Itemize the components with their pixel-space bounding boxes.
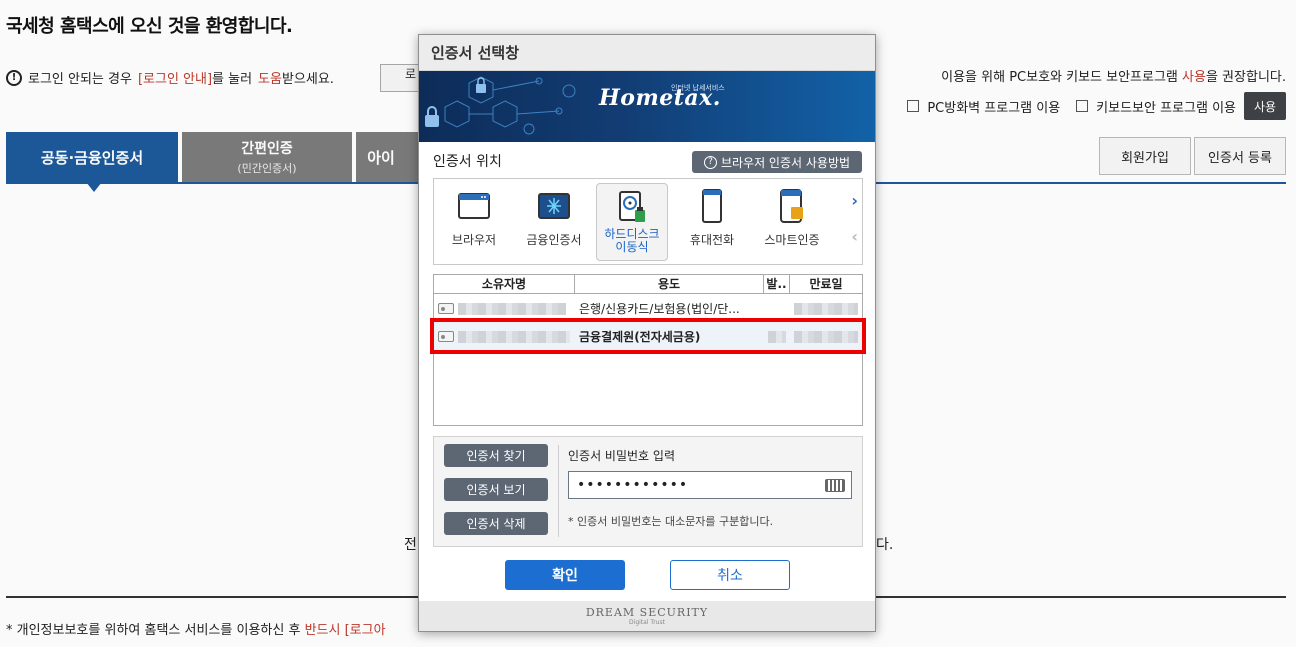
cert-list-table: 소유자명 용도 발.. 만료일 은행/신용카드/보험용(법인/단... 금융결제… (433, 274, 863, 426)
password-hint: * 인증서 비밀번호는 대소문자를 구분합니다. (568, 515, 774, 528)
expiry-redacted (794, 302, 858, 315)
find-cert-button[interactable]: 인증서 찾기 (444, 444, 548, 467)
ok-button[interactable]: 확인 (505, 560, 625, 590)
cert-location-label: 인증서 위치 (433, 154, 502, 170)
virtual-keyboard-icon[interactable] (825, 479, 845, 492)
howto-button-label: 브라우저 인증서 사용방법 (720, 155, 851, 170)
row-usage: 은행/신용카드/보험용(법인/단... (579, 301, 740, 316)
owner-redacted (458, 302, 566, 315)
owner-redacted (458, 330, 570, 343)
smart-cert-icon (780, 189, 803, 223)
help-circle-icon: ? (703, 155, 717, 169)
security-network-graphic (425, 76, 576, 135)
chevron-right-icon[interactable]: › (851, 191, 858, 210)
table-row[interactable]: 은행/신용카드/보험용(법인/단... (434, 294, 862, 322)
location-financial-cert[interactable]: 금융인증서 (518, 183, 590, 261)
table-header: 소유자명 용도 발.. 만료일 (434, 275, 862, 294)
delete-cert-button[interactable]: 인증서 삭제 (444, 512, 548, 535)
password-divider (558, 445, 559, 537)
dialog-footer: DREAM SECURITY Digital Trust (419, 601, 875, 631)
password-input[interactable]: •••••••••••• (568, 471, 852, 499)
dreamsecurity-logo: DREAM SECURITY (585, 606, 709, 619)
location-smart-cert-label: 스마트인증 (764, 233, 820, 247)
col-issuer[interactable]: 발.. (764, 275, 790, 293)
location-smart-cert[interactable]: 스마트인증 (756, 183, 828, 261)
financial-cert-icon (538, 193, 570, 219)
dreamsecurity-tagline: Digital Trust (629, 619, 665, 626)
mobile-phone-icon (702, 189, 722, 223)
row-usage: 금융결제원(전자세금용) (579, 329, 701, 344)
browser-cert-howto-button[interactable]: ? 브라우저 인증서 사용방법 (692, 151, 862, 173)
view-cert-button[interactable]: 인증서 보기 (444, 478, 548, 501)
cert-location-panel: 브라우저 금융인증서 하드디스크 이동식 휴대전화 스마트인증 › ‹ (433, 178, 863, 265)
location-harddisk-label-line1: 하드디스크 (604, 227, 660, 241)
col-usage[interactable]: 용도 (575, 275, 764, 293)
cert-card-icon (438, 331, 454, 342)
harddisk-removable-icon (619, 191, 645, 222)
cancel-button[interactable]: 취소 (670, 560, 790, 590)
location-mobile-phone[interactable]: 휴대전화 (676, 183, 748, 261)
table-row-selected[interactable]: 금융결제원(전자세금용) (434, 322, 862, 350)
cert-select-dialog: 인증서 선택창 인터넷 납세서비스 Hometax. 인증서 위치 ? 브라우저… (418, 34, 876, 632)
location-financial-cert-label: 금융인증서 (526, 233, 582, 247)
location-browser[interactable]: 브라우저 (438, 183, 510, 261)
col-expiry[interactable]: 만료일 (790, 275, 862, 293)
location-harddisk-removable[interactable]: 하드디스크 이동식 (596, 183, 668, 261)
location-mobile-phone-label: 휴대전화 (689, 233, 735, 247)
location-browser-label: 브라우저 (451, 233, 497, 247)
col-owner[interactable]: 소유자명 (434, 275, 575, 293)
dialog-title: 인증서 선택창 (431, 44, 520, 62)
location-harddisk-label-line2: 이동식 (615, 240, 649, 254)
password-value: •••••••••••• (577, 477, 689, 493)
expiry-redacted (794, 330, 858, 343)
hometax-logo: 인터넷 납세서비스 Hometax. (599, 84, 725, 111)
chevron-left-icon[interactable]: ‹ (851, 227, 858, 246)
issuer-redacted (768, 330, 786, 343)
location-harddisk-label: 하드디스크 이동식 (604, 228, 659, 254)
cert-card-icon (438, 303, 454, 314)
dialog-titlebar[interactable]: 인증서 선택창 (419, 35, 875, 71)
password-area: 인증서 찾기 인증서 보기 인증서 삭제 인증서 비밀번호 입력 •••••••… (433, 436, 863, 547)
hometax-logo-sub: 인터넷 납세서비스 (671, 84, 725, 92)
browser-icon (458, 193, 490, 219)
hometax-banner: 인터넷 납세서비스 Hometax. (419, 71, 875, 142)
password-label: 인증서 비밀번호 입력 (568, 449, 675, 463)
